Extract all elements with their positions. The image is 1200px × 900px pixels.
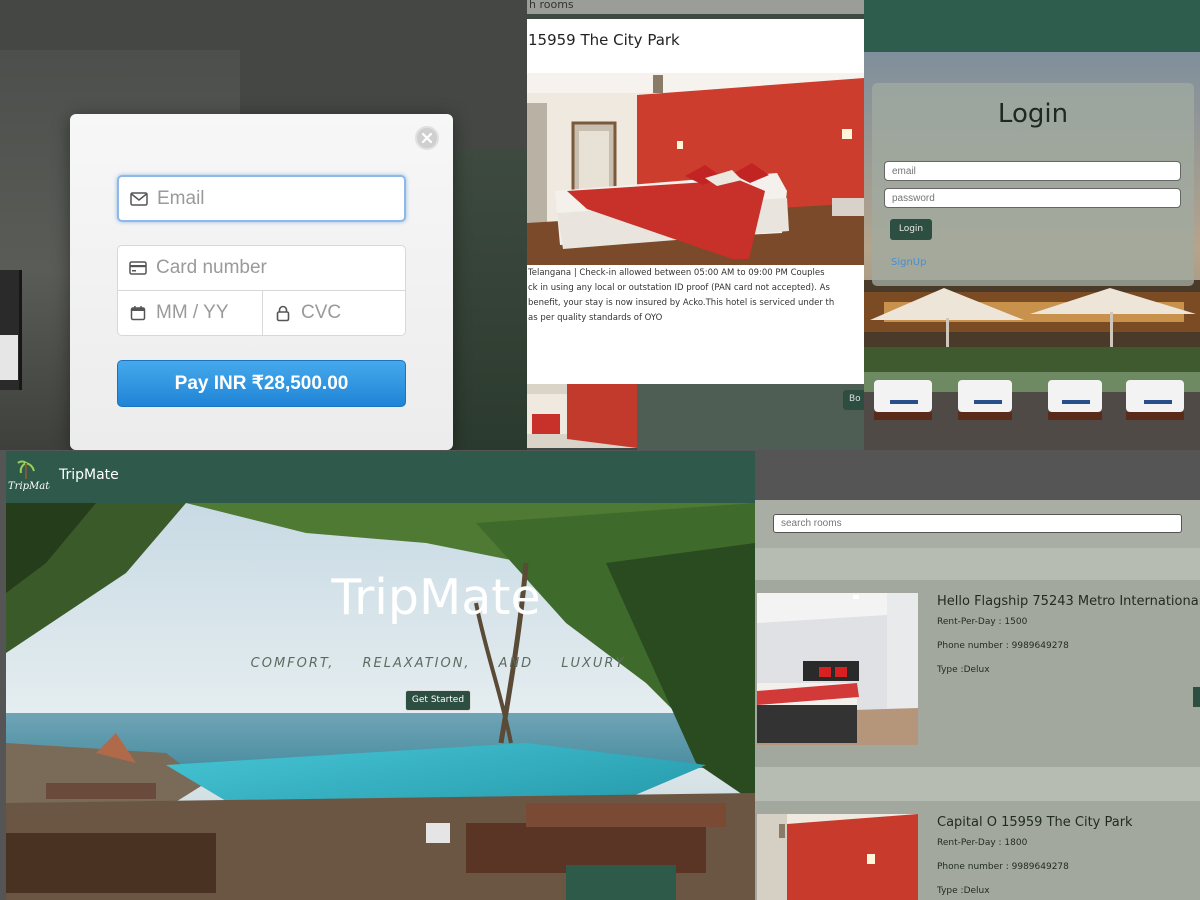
book-button-partial[interactable]: Bo	[843, 390, 864, 410]
room-rent: Rent-Per-Day : 1800	[937, 838, 1028, 848]
background-bed-sheet	[0, 335, 18, 380]
room-photo	[757, 593, 918, 745]
room-name: Capital O 15959 The City Park	[937, 815, 1133, 830]
room-name: Hello Flagship 75243 Metro International	[937, 594, 1200, 609]
logo-text: TripMate	[8, 481, 50, 492]
tagline-word: COMFORT,	[250, 656, 335, 671]
login-title: Login	[997, 99, 1069, 129]
password-input[interactable]	[884, 188, 1181, 208]
credit-card-icon	[128, 258, 148, 278]
card-number-field[interactable]: Card number	[117, 245, 406, 291]
search-bar-container	[755, 500, 1200, 548]
get-started-button[interactable]: Get Started	[405, 690, 471, 711]
room-detail-screen: h rooms 15959 The City Park Telangana | …	[527, 0, 864, 450]
navbar: TripMate TripMate	[6, 451, 755, 503]
hero-tagline: COMFORT, RELAXATION, AND LUXURY	[6, 656, 755, 671]
payment-modal: Email Card number MM / YY CVC Pay INR ₹2…	[70, 114, 453, 450]
login-button[interactable]: Login	[890, 219, 932, 240]
brand-name[interactable]: TripMate	[59, 467, 119, 483]
login-form: Login Login SignUp	[872, 83, 1194, 286]
email-input[interactable]	[884, 161, 1181, 181]
room-card[interactable]: Hello Flagship 75243 Metro International…	[755, 580, 1200, 767]
room-thumbnail-partial	[527, 384, 637, 448]
room-detail-photo	[527, 73, 864, 265]
room-phone: Phone number : 9989649278	[937, 862, 1069, 872]
description-line: as per quality standards of OYO	[528, 313, 663, 323]
room-rent: Rent-Per-Day : 1500	[937, 617, 1028, 627]
tripmate-logo[interactable]: TripMate	[6, 459, 50, 495]
search-bar-partial[interactable]: h rooms	[527, 0, 864, 14]
hero-beach-image	[6, 503, 755, 900]
search-partial-text: h rooms	[529, 0, 574, 11]
home-screen: TripMate TripMate	[6, 451, 755, 900]
background-plant-image	[440, 150, 527, 450]
email-placeholder: Email	[157, 187, 205, 209]
room-detail-description: Telangana | Check-in allowed between 05:…	[528, 266, 864, 326]
room-card[interactable]: Capital O 15959 The City Park Rent-Per-D…	[755, 801, 1200, 900]
lock-icon	[273, 303, 293, 323]
description-line: ck in using any local or outstation ID p…	[528, 283, 830, 293]
list-spacer	[755, 548, 1200, 580]
book-button-partial[interactable]	[1193, 687, 1200, 707]
tagline-word: AND	[498, 656, 534, 671]
room-listing-screen: Hello Flagship 75243 Metro International…	[755, 500, 1200, 900]
signup-link[interactable]: SignUp	[891, 257, 926, 268]
login-screen: Login Login SignUp	[864, 0, 1200, 450]
pay-button[interactable]: Pay INR ₹28,500.00	[117, 360, 406, 407]
tagline-word: LUXURY	[561, 656, 626, 671]
room-phone: Phone number : 9989649278	[937, 641, 1069, 651]
cvc-placeholder: CVC	[301, 302, 342, 323]
description-line: Telangana | Check-in allowed between 05:…	[528, 268, 825, 278]
room-type: Type :Delux	[937, 665, 990, 675]
expiry-field[interactable]: MM / YY	[117, 290, 263, 336]
email-field[interactable]: Email	[117, 175, 406, 222]
description-line: benefit, your stay is now insured by Ack…	[528, 298, 835, 308]
close-button[interactable]	[415, 126, 439, 150]
cvc-field[interactable]: CVC	[262, 290, 406, 336]
search-rooms-input[interactable]	[773, 514, 1182, 533]
room-card-background	[637, 384, 864, 450]
calendar-icon	[128, 303, 148, 323]
payment-screen: Email Card number MM / YY CVC Pay INR ₹2…	[0, 0, 527, 450]
card-number-placeholder: Card number	[156, 257, 267, 278]
room-detail-title: 15959 The City Park	[528, 31, 680, 49]
close-icon	[421, 132, 433, 144]
room-type: Type :Delux	[937, 886, 990, 896]
room-detail-card: 15959 The City Park Telangana | Check-in…	[527, 19, 864, 384]
room-photo	[757, 814, 918, 900]
envelope-icon	[129, 189, 149, 209]
list-spacer	[755, 767, 1200, 801]
tagline-word: RELAXATION,	[362, 656, 471, 671]
expiry-placeholder: MM / YY	[156, 302, 229, 323]
hero-title: TripMate	[331, 569, 541, 626]
